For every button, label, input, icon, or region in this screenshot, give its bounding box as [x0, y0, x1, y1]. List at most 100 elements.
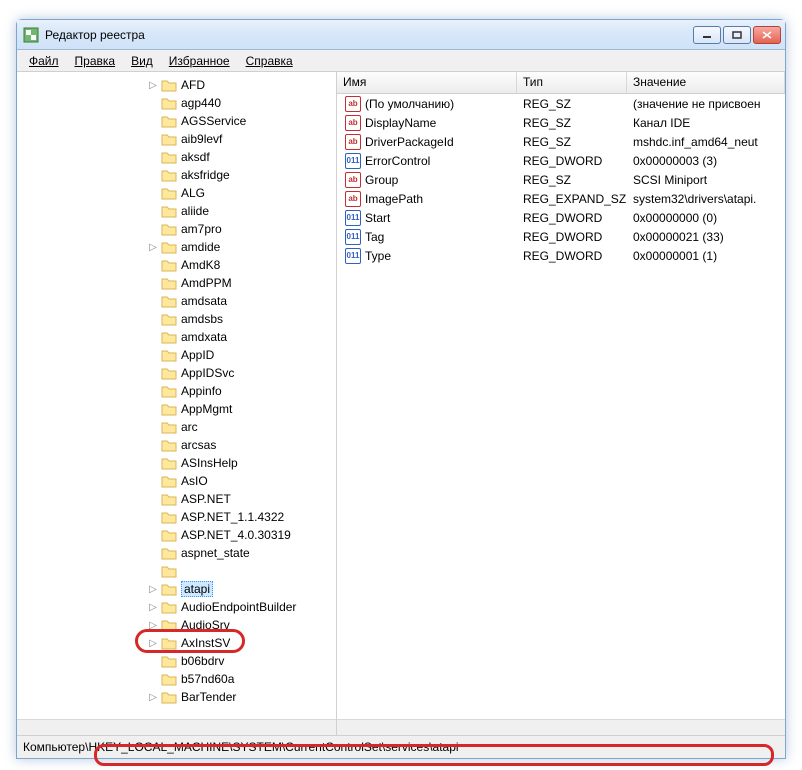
folder-icon: [161, 240, 177, 254]
tree-item[interactable]: ▷ AFD: [17, 76, 336, 94]
tree-item[interactable]: agp440: [17, 94, 336, 112]
menu-help[interactable]: Справка: [240, 52, 299, 70]
tree-item[interactable]: arc: [17, 418, 336, 436]
value-row[interactable]: ab(По умолчанию)REG_SZ(значение не присв…: [337, 94, 785, 113]
expander-icon[interactable]: ▷: [147, 79, 159, 91]
tree-item[interactable]: ALG: [17, 184, 336, 202]
string-value-icon: ab: [345, 191, 361, 207]
tree-item[interactable]: aspnet_state: [17, 544, 336, 562]
expander-blank: [147, 97, 159, 109]
tree-item[interactable]: ▷ AxInstSV: [17, 634, 336, 652]
tree-item[interactable]: aib9levf: [17, 130, 336, 148]
tree-item[interactable]: Appinfo: [17, 382, 336, 400]
tree-scrollbar[interactable]: [17, 719, 336, 735]
expander-blank: [147, 349, 159, 361]
folder-icon: [161, 474, 177, 488]
menu-view[interactable]: Вид: [125, 52, 159, 70]
value-row[interactable]: abDriverPackageIdREG_SZmshdc.inf_amd64_n…: [337, 132, 785, 151]
expander-blank: [147, 367, 159, 379]
tree-item[interactable]: AppIDSvc: [17, 364, 336, 382]
tree-pane[interactable]: ▷ AFD agp440AGSServiceaib9levf aksdf aksfrid…: [17, 72, 337, 735]
expander-blank: [147, 673, 159, 685]
expander-icon[interactable]: ▷: [147, 241, 159, 253]
tree-item[interactable]: AsIO: [17, 472, 336, 490]
menu-favorites[interactable]: Избранное: [163, 52, 236, 70]
value-row[interactable]: abImagePathREG_EXPAND_SZsystem32\drivers…: [337, 189, 785, 208]
tree-item[interactable]: amdxata: [17, 328, 336, 346]
expander-icon[interactable]: ▷: [147, 619, 159, 631]
tree-item[interactable]: b06bdrv: [17, 652, 336, 670]
tree-item[interactable]: [17, 562, 336, 580]
list-scrollbar[interactable]: [337, 719, 785, 735]
value-row[interactable]: abGroupREG_SZSCSI Miniport: [337, 170, 785, 189]
expander-icon[interactable]: ▷: [147, 637, 159, 649]
tree-item[interactable]: AGSService: [17, 112, 336, 130]
tree-label: AFD: [181, 78, 205, 92]
expander-blank: [147, 565, 159, 577]
tree-item[interactable]: am7pro: [17, 220, 336, 238]
folder-icon: [161, 222, 177, 236]
statusbar-prefix: Компьютер: [23, 740, 85, 754]
tree-label: amdxata: [181, 330, 227, 344]
tree-item[interactable]: ▷ AudioSrv: [17, 616, 336, 634]
close-button[interactable]: [753, 26, 781, 44]
column-name[interactable]: Имя: [337, 72, 517, 93]
value-row[interactable]: 011StartREG_DWORD0x00000000 (0): [337, 208, 785, 227]
minimize-button[interactable]: [693, 26, 721, 44]
statusbar: Компьютер\HKEY_LOCAL_MACHINE\SYSTEM\Curr…: [17, 736, 785, 758]
tree-item[interactable]: ▷ AudioEndpointBuilder: [17, 598, 336, 616]
column-type[interactable]: Тип: [517, 72, 627, 93]
tree-label: aspnet_state: [181, 546, 250, 560]
expander-blank: [147, 187, 159, 199]
tree-label: AudioSrv: [181, 618, 230, 632]
tree-item[interactable]: b57nd60a: [17, 670, 336, 688]
folder-icon: [161, 186, 177, 200]
value-row[interactable]: 011ErrorControlREG_DWORD0x00000003 (3): [337, 151, 785, 170]
expander-icon[interactable]: ▷: [147, 691, 159, 703]
tree-item[interactable]: ASP.NET_4.0.30319: [17, 526, 336, 544]
tree-item[interactable]: arcsas: [17, 436, 336, 454]
menu-edit[interactable]: Правка: [69, 52, 122, 70]
expander-blank: [147, 457, 159, 469]
column-value[interactable]: Значение: [627, 72, 785, 93]
tree-item[interactable]: aliide: [17, 202, 336, 220]
tree-item[interactable]: amdsbs: [17, 310, 336, 328]
window-title: Редактор реестра: [45, 28, 145, 42]
tree-label: ASP.NET_1.1.4322: [181, 510, 284, 524]
titlebar[interactable]: Редактор реестра: [17, 20, 785, 50]
tree-item[interactable]: ▷ amdide: [17, 238, 336, 256]
value-row[interactable]: 011TypeREG_DWORD0x00000001 (1): [337, 246, 785, 265]
registry-tree: ▷ AFD agp440AGSServiceaib9levf aksdf aksfrid…: [17, 72, 336, 710]
tree-label: AudioEndpointBuilder: [181, 600, 296, 614]
value-list-pane[interactable]: Имя Тип Значение ab(По умолчанию)REG_SZ(…: [337, 72, 785, 735]
expander-icon[interactable]: ▷: [147, 583, 159, 595]
tree-item[interactable]: amdsata: [17, 292, 336, 310]
tree-item[interactable]: ASP.NET_1.1.4322: [17, 508, 336, 526]
tree-item[interactable]: aksfridge: [17, 166, 336, 184]
tree-label: AxInstSV: [181, 636, 230, 650]
content-area: ▷ AFD agp440AGSServiceaib9levf aksdf aksfrid…: [17, 72, 785, 736]
tree-item[interactable]: AmdPPM: [17, 274, 336, 292]
value-data: system32\drivers\atapi.: [627, 192, 785, 206]
tree-label: aksdf: [181, 150, 210, 164]
tree-item[interactable]: AmdK8: [17, 256, 336, 274]
tree-item[interactable]: ASInsHelp: [17, 454, 336, 472]
maximize-button[interactable]: [723, 26, 751, 44]
tree-item[interactable]: aksdf: [17, 148, 336, 166]
tree-item[interactable]: ASP.NET: [17, 490, 336, 508]
menu-file[interactable]: Файл: [23, 52, 65, 70]
tree-item[interactable]: AppID: [17, 346, 336, 364]
tree-item[interactable]: AppMgmt: [17, 400, 336, 418]
value-row[interactable]: 011TagREG_DWORD0x00000021 (33): [337, 227, 785, 246]
expander-blank: [147, 169, 159, 181]
folder-icon: [161, 456, 177, 470]
value-name: Tag: [365, 230, 384, 244]
tree-label: amdide: [181, 240, 220, 254]
folder-icon: [161, 600, 177, 614]
expander-icon[interactable]: ▷: [147, 601, 159, 613]
tree-item[interactable]: ▷BarTender: [17, 688, 336, 706]
value-row[interactable]: abDisplayNameREG_SZКанал IDE: [337, 113, 785, 132]
folder-icon: [161, 348, 177, 362]
folder-icon: [161, 654, 177, 668]
tree-item[interactable]: ▷atapi: [17, 580, 336, 598]
